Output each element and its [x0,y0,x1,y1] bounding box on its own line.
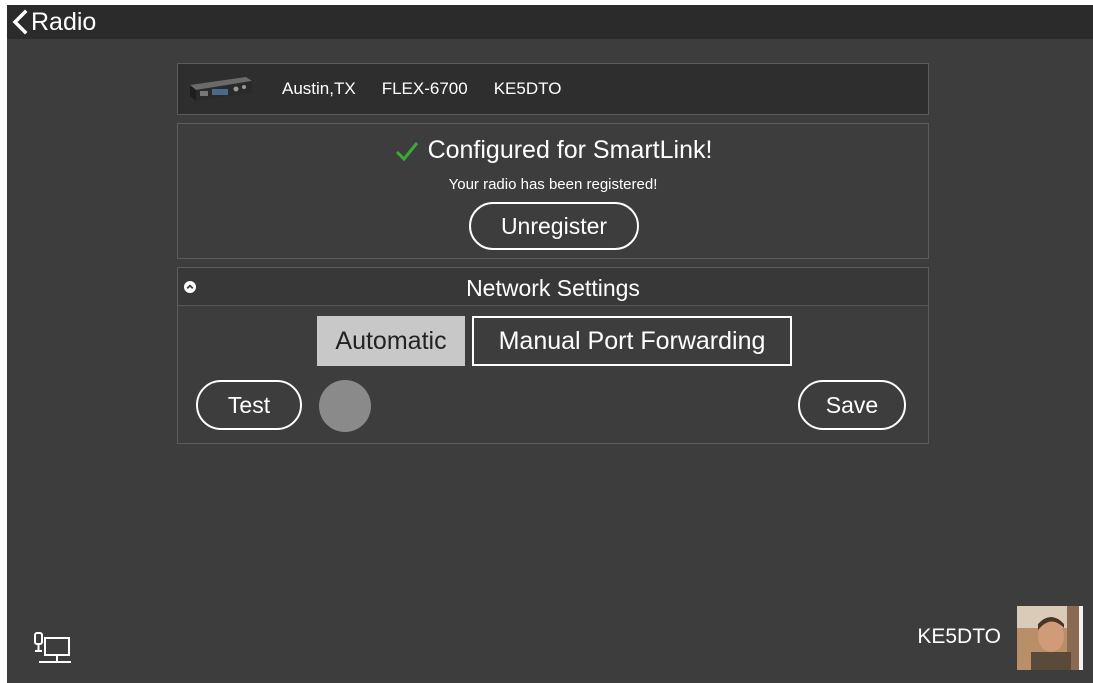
radio-info: Austin,TX FLEX-6700 KE5DTO [282,64,587,114]
radio-card[interactable]: Austin,TX FLEX-6700 KE5DTO [177,63,929,115]
mode-automatic-button[interactable]: Automatic [317,316,465,366]
radio-callsign: KE5DTO [493,79,562,98]
network-settings-title: Network Settings [466,275,640,301]
status-subtitle: Your radio has been registered! [448,176,658,193]
mode-manual-port-forwarding-button[interactable]: Manual Port Forwarding [472,316,792,366]
radio-device-image [190,77,252,101]
test-button[interactable]: Test [196,380,302,430]
checkmark-icon [395,141,418,161]
user-avatar[interactable] [1017,606,1083,670]
test-status-indicator [319,380,371,432]
user-callsign: KE5DTO [917,625,1001,648]
save-button[interactable]: Save [798,380,906,430]
radio-location: Austin,TX [282,79,356,98]
network-settings-header[interactable]: Network Settings [178,268,928,306]
unregister-button[interactable]: Unregister [469,202,639,250]
status-title-row: Configured for SmartLink! [178,136,928,165]
status-title: Configured for SmartLink! [427,136,713,164]
back-label: Radio [31,7,97,36]
chevron-left-icon [12,9,28,35]
radio-model: FLEX-6700 [381,79,468,98]
network-settings-panel: Network Settings Automatic Manual Port F… [177,267,929,444]
top-bar: Radio [7,5,1093,39]
network-status-icon[interactable] [31,631,75,671]
back-button[interactable]: Radio [11,7,96,37]
smartlink-status-panel: Configured for SmartLink! Your radio has… [177,123,929,259]
smartlink-settings-window: Radio Austin,TX FLEX-6700 KE5DTO Configu… [7,5,1093,683]
